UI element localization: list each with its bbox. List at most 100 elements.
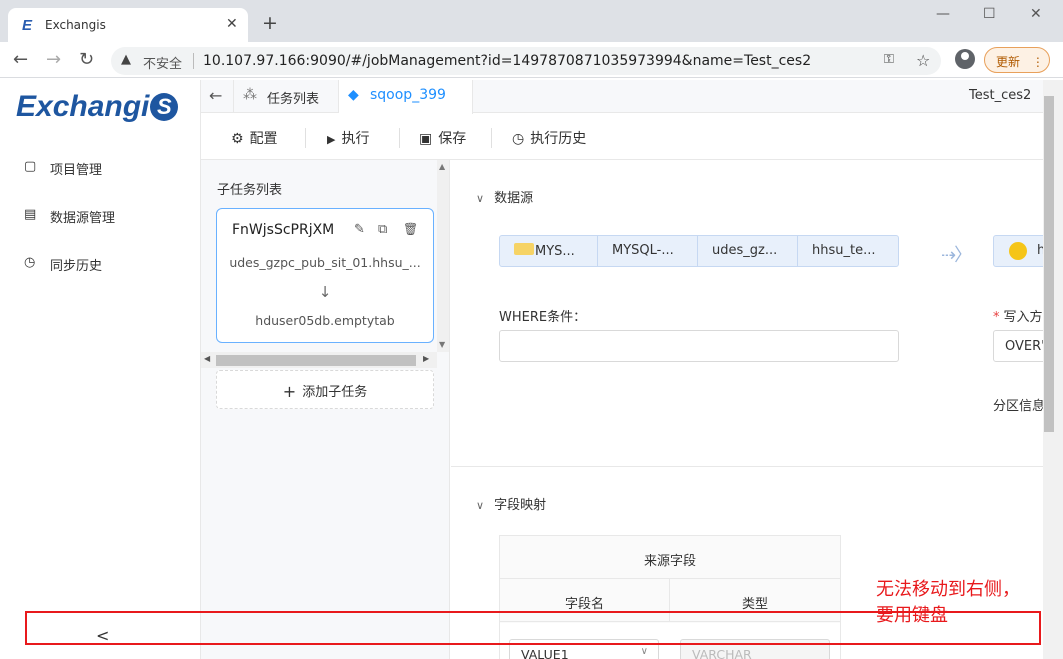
datasource-section-header[interactable]: ∨ 数据源 bbox=[476, 187, 533, 206]
browser-tab-strip: E Exchangis ✕ + — ☐ ✕ bbox=[0, 0, 1063, 42]
sidebar-item-projects[interactable]: ▢ 项目管理 bbox=[24, 157, 144, 181]
config-label: 配置 bbox=[249, 131, 278, 147]
reload-icon[interactable]: ↻ bbox=[79, 49, 94, 70]
sidebar-item-label: 数据源管理 bbox=[50, 211, 116, 226]
subtask-horizontal-scrollbar[interactable]: ◀ ▶ bbox=[201, 352, 437, 368]
annotation-line: 无法移动到右侧， bbox=[876, 579, 1020, 600]
subtask-source-table: udes_gzpc_pub_sit_01.hhsu_... bbox=[229, 255, 421, 270]
copy-icon[interactable]: ⧉ bbox=[378, 222, 387, 237]
scroll-down-icon[interactable]: ▼ bbox=[439, 340, 445, 349]
page-vertical-scrollbar[interactable] bbox=[1043, 80, 1063, 659]
delete-icon[interactable]: 🗑 bbox=[403, 222, 418, 236]
scroll-right-icon[interactable]: ▶ bbox=[423, 354, 429, 363]
toolbar-divider bbox=[305, 128, 306, 148]
sidebar-item-sync-history[interactable]: ◷ 同步历史 bbox=[24, 253, 144, 277]
save-icon: ▣ bbox=[419, 131, 433, 147]
url-text[interactable]: 10.107.97.166:9090/#/jobManagement?id=14… bbox=[203, 53, 811, 69]
toolbar-divider bbox=[491, 128, 492, 148]
job-name: Test_ces2 bbox=[969, 88, 1032, 103]
profile-avatar-icon[interactable] bbox=[955, 49, 975, 69]
logo-text: Exchangi bbox=[16, 90, 150, 123]
run-history-button[interactable]: ◷ 执行历史 bbox=[512, 128, 586, 148]
section-title: 字段映射 bbox=[494, 498, 547, 513]
address-divider bbox=[193, 53, 194, 69]
field-mapping-section-header[interactable]: ∨ 字段映射 bbox=[476, 494, 546, 513]
sitemap-icon: ⁂ bbox=[243, 87, 257, 103]
new-tab-icon[interactable]: + bbox=[262, 12, 278, 34]
sidebar-item-datasources[interactable]: ▤ 数据源管理 bbox=[24, 205, 144, 229]
subtask-vertical-scrollbar[interactable]: ▲ ▼ bbox=[437, 160, 449, 352]
history-icon: ◷ bbox=[512, 131, 525, 147]
config-button[interactable]: ⚙ 配置 bbox=[231, 128, 278, 148]
segment-label: MYS... bbox=[535, 244, 575, 259]
add-subtask-label: 添加子任务 bbox=[302, 385, 368, 400]
hive-logo-icon bbox=[1009, 242, 1027, 260]
table-segment[interactable]: hhsu_te... bbox=[798, 236, 898, 266]
browser-toolbar: ← → ↻ ▲ 不安全 10.107.97.166:9090/#/jobMana… bbox=[0, 42, 1063, 78]
warning-icon[interactable]: ▲ bbox=[121, 52, 131, 67]
browser-menu-icon: ⋮ bbox=[1031, 55, 1044, 69]
plus-icon: + bbox=[282, 382, 297, 401]
scroll-left-icon[interactable]: ◀ bbox=[204, 354, 210, 363]
logo-badge-icon: S bbox=[150, 93, 179, 121]
close-tab-icon[interactable]: ✕ bbox=[226, 16, 238, 32]
source-datasource-selector[interactable]: MYS... MYSQL-... udes_gz... hhsu_te... bbox=[499, 235, 899, 267]
close-window-icon[interactable]: ✕ bbox=[1030, 6, 1042, 22]
datasource-name-segment[interactable]: MYSQL-... bbox=[598, 236, 698, 266]
clock-icon: ◷ bbox=[24, 255, 36, 270]
key-icon[interactable]: ⚿ bbox=[884, 52, 894, 67]
subtask-card[interactable]: FnWjsScPRjXM ✎ ⧉ 🗑 udes_gzpc_pub_sit_01.… bbox=[216, 208, 434, 343]
subtask-name: FnWjsScPRjXM bbox=[232, 222, 335, 238]
security-status[interactable]: 不安全 bbox=[143, 53, 182, 72]
back-icon[interactable]: ← bbox=[209, 86, 222, 105]
project-icon: ▢ bbox=[24, 159, 37, 174]
exchangis-favicon-icon: E bbox=[22, 17, 33, 34]
subtask-list-title: 子任务列表 bbox=[217, 183, 283, 198]
tab-label: 任务列表 bbox=[267, 92, 320, 107]
scrollbar-thumb[interactable] bbox=[216, 355, 416, 366]
where-condition-label: WHERE条件： bbox=[499, 310, 587, 325]
toolbar-divider bbox=[399, 128, 400, 148]
update-label: 更新 bbox=[996, 55, 1021, 69]
maximize-window-icon[interactable]: ☐ bbox=[983, 6, 996, 22]
datasource-type-segment[interactable]: MYS... bbox=[500, 236, 598, 266]
save-label: 保存 bbox=[438, 131, 467, 147]
save-button[interactable]: ▣ 保存 bbox=[419, 128, 466, 148]
required-mark: * bbox=[993, 310, 1000, 325]
address-bar[interactable]: ▲ 不安全 10.107.97.166:9090/#/jobManagement… bbox=[111, 47, 941, 75]
source-fields-header: 来源字段 bbox=[500, 536, 840, 579]
play-icon: ▶ bbox=[327, 133, 336, 146]
add-subtask-button[interactable]: + 添加子任务 bbox=[216, 370, 434, 409]
tab-label: sqoop_399 bbox=[370, 87, 446, 103]
minimize-window-icon[interactable]: — bbox=[936, 6, 950, 22]
update-button[interactable]: 更新 ⋮ bbox=[984, 47, 1050, 73]
subtask-target-table: hduser05db.emptytab bbox=[255, 313, 395, 328]
flow-arrow-icon: ⇢〉 bbox=[941, 245, 972, 266]
annotation-note: 无法移动到右侧， 要用键盘 bbox=[876, 577, 1020, 629]
tab-task-list[interactable]: ⁂ 任务列表 bbox=[233, 80, 339, 113]
back-nav-icon[interactable]: ← bbox=[13, 49, 28, 70]
forward-nav-icon[interactable]: → bbox=[46, 49, 61, 70]
scroll-up-icon[interactable]: ▲ bbox=[439, 162, 445, 171]
exchangis-logo: Exchangi S bbox=[16, 90, 179, 124]
sqoop-icon: ◆ bbox=[348, 87, 359, 103]
datasource-icon: ▤ bbox=[24, 207, 37, 222]
subtask-panel: 子任务列表 FnWjsScPRjXM ✎ ⧉ 🗑 udes_gzpc_pub_s… bbox=[201, 160, 450, 659]
run-button[interactable]: ▶ 执行 bbox=[327, 128, 369, 148]
screenshot-root: E Exchangis ✕ + — ☐ ✕ ← → ↻ ▲ 不安全 10.107… bbox=[0, 0, 1063, 659]
section-divider bbox=[451, 466, 1043, 467]
edit-icon[interactable]: ✎ bbox=[354, 222, 365, 237]
where-condition-input[interactable] bbox=[499, 330, 899, 362]
database-segment[interactable]: udes_gz... bbox=[698, 236, 798, 266]
select-value: VALUE1 bbox=[521, 647, 569, 659]
section-title: 数据源 bbox=[494, 191, 534, 206]
scrollbar-thumb[interactable] bbox=[1044, 96, 1054, 432]
bookmark-star-icon[interactable]: ☆ bbox=[916, 51, 930, 70]
chevron-down-icon: ∨ bbox=[476, 192, 485, 205]
write-mode-label: * 写入方 bbox=[993, 306, 1043, 325]
browser-tab[interactable]: E Exchangis ✕ bbox=[8, 8, 248, 42]
mysql-logo-icon bbox=[514, 243, 534, 255]
sidebar-item-label: 同步历史 bbox=[50, 259, 103, 274]
tab-sqoop-job[interactable]: ◆ sqoop_399 bbox=[339, 80, 473, 114]
partition-info-label: 分区信息 bbox=[993, 399, 1046, 414]
